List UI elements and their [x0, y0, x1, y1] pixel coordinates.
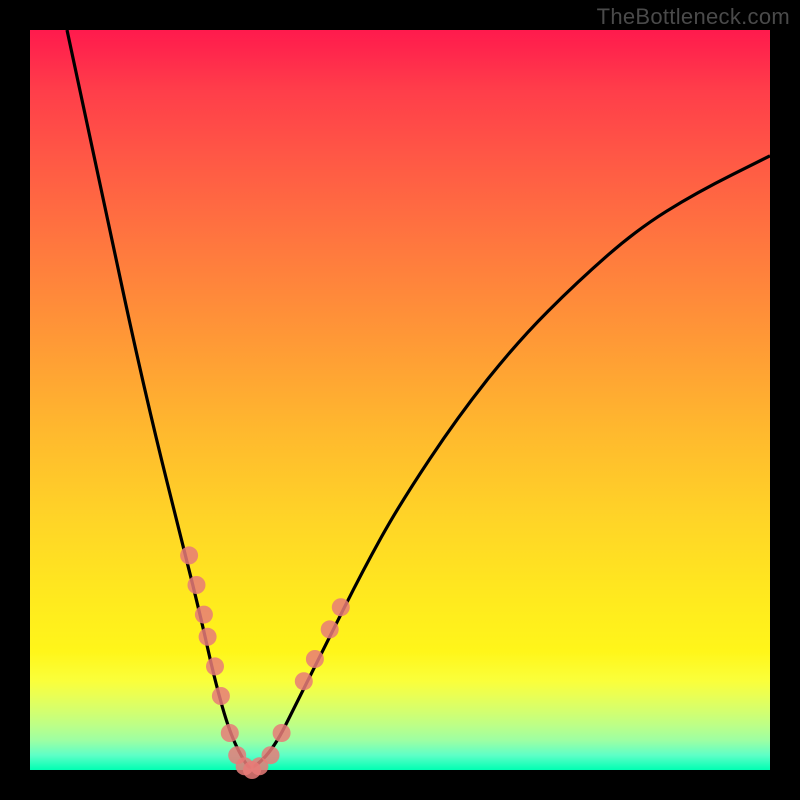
marker-group: [180, 546, 350, 779]
data-marker: [212, 687, 230, 705]
data-marker: [332, 598, 350, 616]
data-marker: [262, 746, 280, 764]
data-marker: [273, 724, 291, 742]
data-marker: [306, 650, 324, 668]
data-marker: [221, 724, 239, 742]
data-marker: [180, 546, 198, 564]
data-marker: [295, 672, 313, 690]
plot-area: [30, 30, 770, 770]
data-marker: [188, 576, 206, 594]
curve-layer: [30, 30, 770, 770]
data-marker: [199, 628, 217, 646]
data-marker: [195, 606, 213, 624]
watermark-text: TheBottleneck.com: [597, 4, 790, 30]
data-marker: [206, 657, 224, 675]
data-marker: [321, 620, 339, 638]
bottleneck-curve: [67, 30, 770, 767]
chart-frame: TheBottleneck.com: [0, 0, 800, 800]
